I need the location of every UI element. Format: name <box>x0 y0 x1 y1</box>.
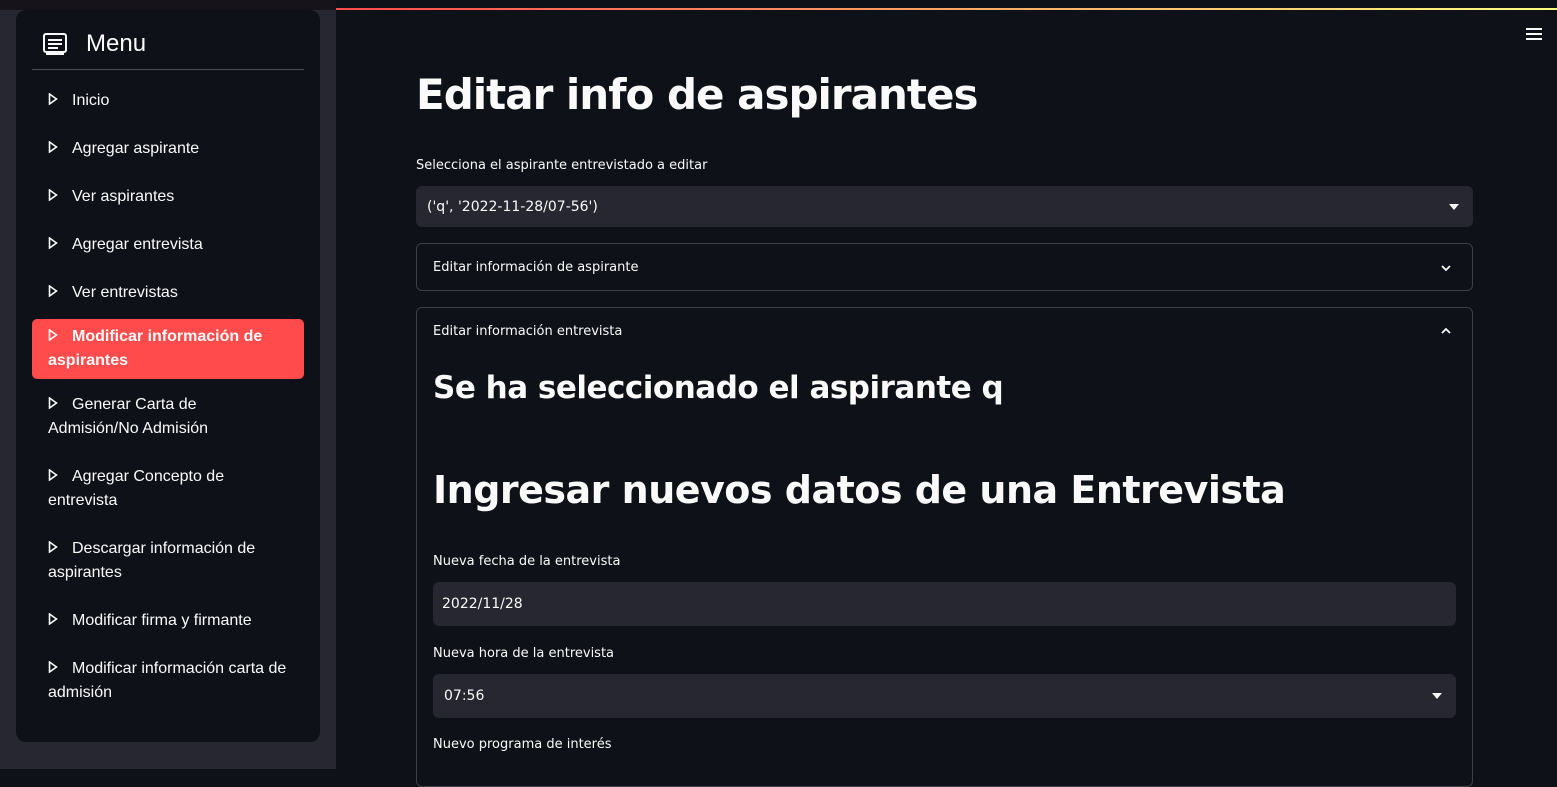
nav-item-label: Modificar información carta de admisión <box>48 660 287 701</box>
expander-editar-aspirante[interactable]: Editar información de aspirante <box>416 243 1473 291</box>
nav-item-label: Agregar aspirante <box>72 140 200 157</box>
caret-right-icon <box>48 541 62 553</box>
expander-header[interactable]: Editar información entrevista <box>433 308 622 354</box>
nav-item-label: Generar Carta de Admisión/No Admisión <box>48 396 209 437</box>
nav-item-inicio[interactable]: Inicio <box>32 77 304 125</box>
expander-header: Editar información de aspirante <box>433 259 639 275</box>
menu-header: Menu <box>42 28 146 60</box>
page-title: Editar info de aspirantes <box>416 70 978 119</box>
nav-item-label: Inicio <box>72 92 110 109</box>
nav-item-label: Ver entrevistas <box>72 284 178 301</box>
caret-right-icon <box>48 661 62 673</box>
caret-right-icon <box>48 469 62 481</box>
interview-date-value: 2022/11/28 <box>442 596 523 612</box>
selected-aspirant-heading: Se ha seleccionado el aspirante q <box>433 370 1004 406</box>
nav-item-modificar-firma[interactable]: Modificar firma y firmante <box>32 597 304 645</box>
caret-right-icon <box>48 397 62 409</box>
interview-time-value: 07:56 <box>444 688 485 704</box>
aspirant-select-label: Selecciona el aspirante entrevistado a e… <box>416 158 708 173</box>
nav-item-label: Ver aspirantes <box>72 188 175 205</box>
new-interview-data-heading: Ingresar nuevos datos de una Entrevista <box>433 468 1286 512</box>
nav-item-agregar-entrevista[interactable]: Agregar entrevista <box>32 221 304 269</box>
nav-item-generar-carta[interactable]: Generar Carta de Admisión/No Admisión <box>32 381 304 453</box>
chevron-down-icon <box>1449 203 1459 210</box>
nav-item-label: Agregar entrevista <box>72 236 203 253</box>
caret-right-icon <box>48 237 62 249</box>
hamburger-menu-icon[interactable] <box>1526 28 1542 40</box>
sidebar: Menu Inicio Agregar aspirante Ver aspira… <box>0 0 336 769</box>
caret-right-icon <box>48 329 62 341</box>
nav-item-agregar-concepto[interactable]: Agregar Concepto de entrevista <box>32 453 304 525</box>
interview-time-label: Nueva hora de la entrevista <box>433 646 615 661</box>
sidebar-menu-card: Menu Inicio Agregar aspirante Ver aspira… <box>16 10 320 742</box>
nav-item-modificar-informacion-aspirantes[interactable]: Modificar información de aspirantes <box>32 319 304 379</box>
interview-time-select[interactable]: 07:56 <box>433 674 1456 718</box>
menu-list-icon <box>42 32 68 56</box>
caret-right-icon <box>48 93 62 105</box>
chevron-down-icon <box>1432 693 1442 699</box>
caret-right-icon <box>48 141 62 153</box>
program-of-interest-label: Nuevo programa de interés <box>433 737 612 752</box>
nav-item-modificar-carta[interactable]: Modificar información carta de admisión <box>32 645 304 717</box>
nav-item-label: Descargar información de aspirantes <box>48 540 256 581</box>
chevron-down-icon <box>1441 265 1451 272</box>
menu-title: Menu <box>86 30 147 57</box>
nav-item-label: Modificar información de aspirantes <box>48 328 263 369</box>
caret-right-icon <box>48 285 62 297</box>
interview-date-input[interactable]: 2022/11/28 <box>433 582 1456 626</box>
nav-item-descargar-informacion[interactable]: Descargar información de aspirantes <box>32 525 304 597</box>
aspirant-select-value: ('q', '2022-11-28/07-56') <box>427 198 598 215</box>
chevron-up-icon[interactable] <box>1440 325 1452 337</box>
interview-date-label: Nueva fecha de la entrevista <box>433 554 621 569</box>
nav-item-agregar-aspirante[interactable]: Agregar aspirante <box>32 125 304 173</box>
nav-item-label: Agregar Concepto de entrevista <box>48 468 225 509</box>
top-decoration-line <box>336 8 1557 10</box>
caret-right-icon <box>48 613 62 625</box>
sidebar-top-strip <box>0 0 336 10</box>
nav-list: Inicio Agregar aspirante Ver aspirantes … <box>32 77 304 717</box>
nav-item-label: Modificar firma y firmante <box>72 612 252 629</box>
nav-item-ver-aspirantes[interactable]: Ver aspirantes <box>32 173 304 221</box>
menu-divider <box>32 69 304 70</box>
aspirant-select[interactable]: ('q', '2022-11-28/07-56') <box>416 186 1473 227</box>
caret-right-icon <box>48 189 62 201</box>
nav-item-ver-entrevistas[interactable]: Ver entrevistas <box>32 269 304 317</box>
